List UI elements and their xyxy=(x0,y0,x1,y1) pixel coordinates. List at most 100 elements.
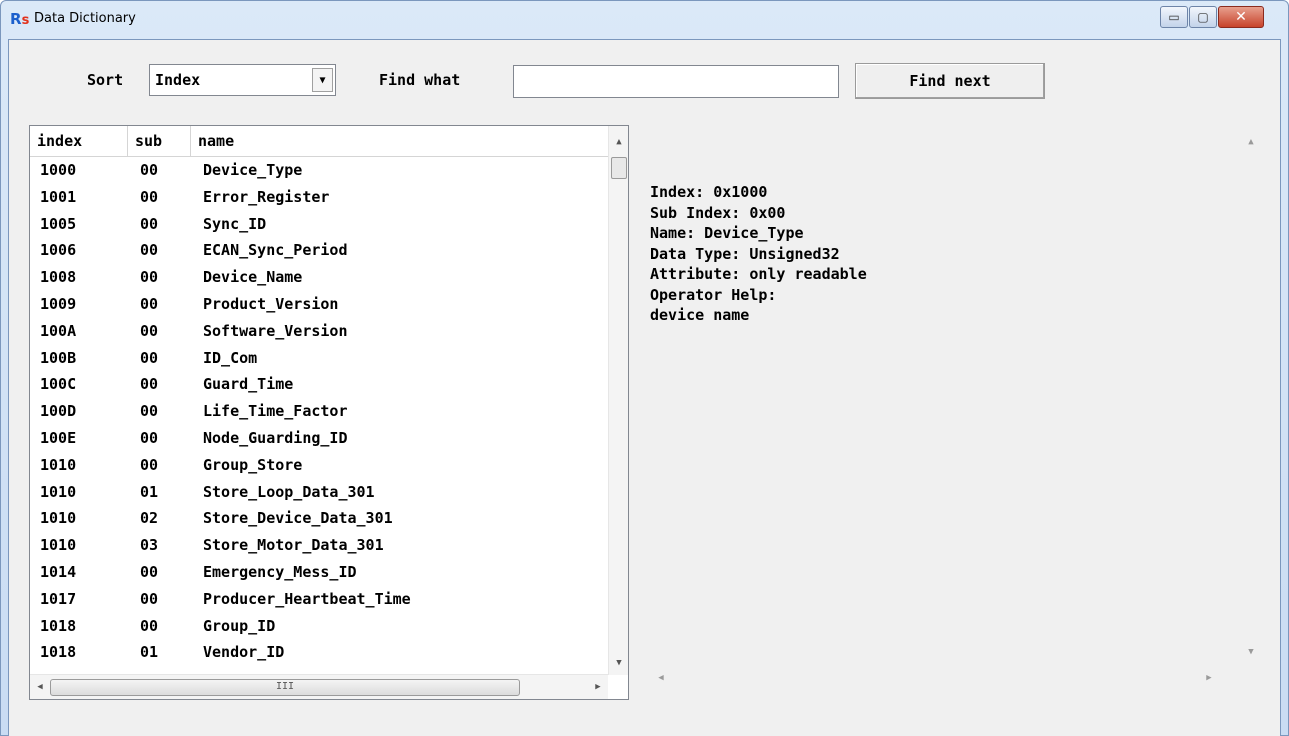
table-row[interactable]: 1014 00 Emergency_Mess_ID xyxy=(30,559,608,586)
close-button[interactable]: ✕ xyxy=(1218,6,1264,28)
cell-index: 1009 xyxy=(40,294,77,313)
scrollbar-thumb[interactable]: III xyxy=(50,679,520,696)
cell-sub: 00 xyxy=(140,161,159,179)
cell-name: Error_Register xyxy=(203,187,330,206)
cell-name: Group_Store xyxy=(203,455,303,474)
column-header-name[interactable]: name xyxy=(191,126,608,157)
cell-name: Store_Device_Data_301 xyxy=(203,509,393,528)
table-row[interactable]: 100D 00 Life_Time_Factor xyxy=(30,398,608,425)
list-rows: 1000 00 Device_Type 1001 00 Error_Register 100… xyxy=(30,157,608,675)
table-row[interactable]: 1009 00 Product_Version xyxy=(30,291,608,318)
table-row[interactable]: 100C 00 Guard_Time xyxy=(30,371,608,398)
scroll-left-icon[interactable]: ◀ xyxy=(30,675,50,699)
find-next-button[interactable]: Find next xyxy=(855,63,1045,99)
cell-name: Device_Name xyxy=(203,268,303,287)
scrollbar-thumb[interactable] xyxy=(611,157,627,179)
cell-index: 1000 xyxy=(40,161,77,179)
detail-line: Sub Index: 0x00 xyxy=(650,203,786,222)
cell-sub: 02 xyxy=(140,509,159,528)
detail-horizontal-scrollbar[interactable]: ◀ ▶ xyxy=(643,670,1241,695)
detail-line: device name xyxy=(650,306,750,324)
minimize-button[interactable]: ▭ xyxy=(1160,6,1188,28)
sort-label: Sort xyxy=(87,71,124,89)
table-row[interactable]: 1001 00 Error_Register xyxy=(30,184,608,211)
cell-index: 1018 xyxy=(40,616,77,635)
detail-line: Attribute: only readable xyxy=(650,265,867,283)
cell-index: 1010 xyxy=(40,455,77,474)
table-row[interactable]: 100E 00 Node_Guarding_ID xyxy=(30,425,608,452)
cell-name: Node_Guarding_ID xyxy=(203,428,348,447)
app-window: Rs Data Dictionary ▭ ▢ ✕ Sort Index ▼ Fi… xyxy=(0,0,1289,736)
table-row[interactable]: 1010 01 Store_Loop_Data_301 xyxy=(30,479,608,506)
detail-line: Name: Device_Type xyxy=(650,224,804,242)
cell-index: 1001 xyxy=(40,187,77,206)
scroll-left-icon[interactable]: ◀ xyxy=(651,673,671,693)
cell-sub: 01 xyxy=(140,482,159,501)
scroll-up-icon[interactable]: ▲ xyxy=(1241,137,1261,157)
cell-index: 100D xyxy=(40,402,77,421)
cell-sub: 00 xyxy=(140,455,159,474)
scroll-right-icon[interactable]: ▶ xyxy=(588,675,608,699)
cell-name: Emergency_Mess_ID xyxy=(203,562,357,581)
sort-select[interactable]: Index ▼ xyxy=(149,64,336,96)
title-bar[interactable]: Rs Data Dictionary ▭ ▢ ✕ xyxy=(1,1,1288,39)
cell-name: Guard_Time xyxy=(203,375,294,394)
cell-sub: 00 xyxy=(140,268,159,287)
list-header: index sub name xyxy=(30,126,608,157)
cell-name: Life_Time_Factor xyxy=(203,402,348,421)
cell-name: Store_Loop_Data_301 xyxy=(203,482,375,501)
scroll-right-icon[interactable]: ▶ xyxy=(1199,673,1219,693)
cell-sub: 00 xyxy=(140,348,159,367)
chevron-down-icon[interactable]: ▼ xyxy=(312,68,333,92)
cell-index: 1008 xyxy=(40,268,77,287)
cell-sub: 00 xyxy=(140,187,159,206)
table-row[interactable]: 1000 00 Device_Type xyxy=(30,157,608,184)
dictionary-list[interactable]: index sub name 1000 00 Device_Type 1001 00 Er… xyxy=(29,125,629,700)
table-row[interactable]: 1005 00 Sync_ID xyxy=(30,211,608,238)
cell-index: 100B xyxy=(40,348,77,367)
cell-index: 1005 xyxy=(40,214,77,233)
table-row[interactable]: 1010 03 Store_Motor_Data_301 xyxy=(30,532,608,559)
table-row[interactable]: 100B 00 ID_Com xyxy=(30,345,608,372)
detail-line: Operator Help: xyxy=(650,285,777,304)
cell-name: ECAN_Sync_Period xyxy=(203,241,348,260)
cell-sub: 00 xyxy=(140,616,159,635)
table-row[interactable]: 100A 00 Software_Version xyxy=(30,318,608,345)
cell-index: 1010 xyxy=(40,509,77,528)
cell-sub: 03 xyxy=(140,536,159,555)
cell-index: 1017 xyxy=(40,589,77,608)
cell-name: Device_Type xyxy=(203,161,303,179)
cell-index: 100A xyxy=(40,321,77,340)
cell-name: ID_Com xyxy=(203,348,258,367)
scroll-down-icon[interactable]: ▼ xyxy=(609,653,629,673)
cell-sub: 00 xyxy=(140,294,159,313)
cell-name: Group_ID xyxy=(203,616,276,635)
find-input[interactable] xyxy=(513,65,839,98)
dialog-body: Sort Index ▼ Find what Find next index s… xyxy=(8,39,1281,736)
table-row[interactable]: 1017 00 Producer_Heartbeat_Time xyxy=(30,586,608,613)
detail-vertical-scrollbar[interactable]: ▲ ▼ xyxy=(1241,132,1261,667)
cell-index: 1010 xyxy=(40,536,77,555)
scroll-down-icon[interactable]: ▼ xyxy=(1241,647,1261,667)
list-horizontal-scrollbar[interactable]: ◀ III ▶ xyxy=(30,674,608,699)
column-header-sub[interactable]: sub xyxy=(128,126,191,157)
column-header-index[interactable]: index xyxy=(30,126,128,157)
table-row[interactable]: 1008 00 Device_Name xyxy=(30,264,608,291)
find-what-label: Find what xyxy=(379,71,461,89)
cell-sub: 00 xyxy=(140,214,159,233)
cell-sub: 00 xyxy=(140,321,159,340)
cell-name: Sync_ID xyxy=(203,214,267,233)
table-row[interactable]: 1006 00 ECAN_Sync_Period xyxy=(30,237,608,264)
table-row[interactable]: 1010 00 Group_Store xyxy=(30,452,608,479)
cell-index: 1006 xyxy=(40,241,77,260)
cell-name: Software_Version xyxy=(203,321,348,340)
maximize-button[interactable]: ▢ xyxy=(1189,6,1217,28)
table-row[interactable]: 1010 02 Store_Device_Data_301 xyxy=(30,505,608,532)
scroll-up-icon[interactable]: ▲ xyxy=(609,132,629,152)
cell-name: Producer_Heartbeat_Time xyxy=(203,589,411,608)
table-row[interactable]: 1018 01 Vendor_ID xyxy=(30,639,608,666)
list-vertical-scrollbar[interactable]: ▲ ▼ xyxy=(608,126,628,675)
cell-sub: 00 xyxy=(140,428,159,447)
cell-sub: 00 xyxy=(140,402,159,421)
table-row[interactable]: 1018 00 Group_ID xyxy=(30,613,608,640)
